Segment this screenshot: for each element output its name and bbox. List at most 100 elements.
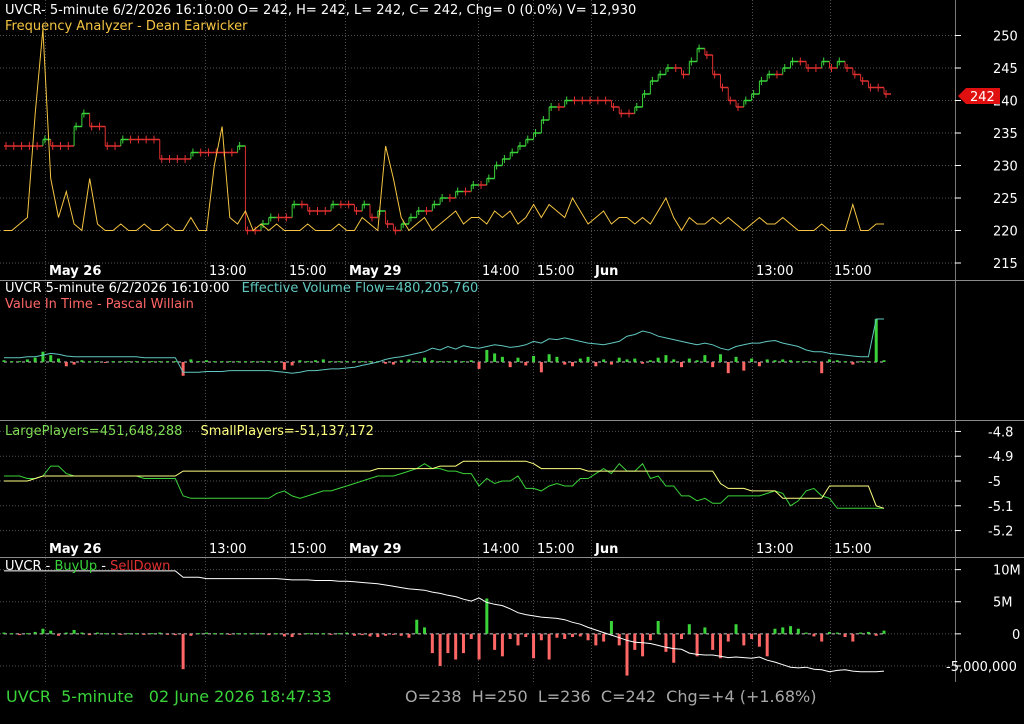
time-axis-label: 15:00 [537,264,574,279]
value-in-time-bar [2,360,6,362]
buyup-selldown-bar [789,626,793,634]
value-in-time-bar [251,361,255,363]
buyup-selldown-bar [516,633,520,646]
buyup-selldown-bar [734,624,738,634]
buyup-selldown-bar [251,633,255,635]
buyup-selldown-bar [127,633,131,635]
buyup-selldown-bar [49,630,53,634]
time-axis-label: 15:00 [289,542,326,557]
chart-area[interactable]: 250245240235230225220215 242 UVCR- 5-min… [0,0,1024,720]
value-in-time-bar [532,355,536,362]
buyup-selldown-bar [204,632,208,634]
value-in-time-bar [563,362,567,365]
value-in-time-bar [524,362,528,366]
buyup-selldown-bar [119,633,123,635]
buyup-selldown-bar [259,633,263,635]
value-in-time-bar [41,351,45,362]
buyup-selldown-bar [703,627,707,634]
buyup-selldown-bar [859,632,863,634]
buyup-selldown-bar [656,621,660,634]
value-in-time-bar [843,361,847,363]
buyup-selldown-bar [461,633,465,654]
buyup-selldown-bar [290,633,294,638]
time-axis-label: 15:00 [289,264,326,279]
value-in-time-bar [500,356,504,362]
value-in-time-bar [181,362,185,376]
buyup-selldown-bar [446,633,450,654]
buyup-selldown-bar [539,633,543,641]
buyup-selldown-bar [843,633,847,638]
value-in-time-bar [609,362,613,365]
buyup-dash: - [101,559,106,574]
buyup-selldown-bar [391,633,395,635]
value-in-time-bar [399,360,403,362]
value-in-time-bar [493,353,497,362]
value-in-time-bar [88,361,92,363]
buyup-selldown-bar [609,621,613,634]
buyup-selldown-bar [220,633,224,635]
value-in-time-bar [197,361,201,363]
buyup-selldown-bar [524,633,528,638]
buyup-selldown-bar [298,633,302,635]
value-in-time-bar [391,362,395,365]
buyup-selldown-bar [399,633,403,636]
y-axis-label: 5M [993,596,1013,611]
buyup-selldown-bar [64,632,68,634]
value-in-time-bar [80,360,84,362]
value-in-time-bar [703,355,707,362]
value-in-time-bar [236,361,240,363]
buyup-selldown-bar [438,633,442,666]
value-in-time-bar [275,361,279,363]
buyup-selldown-bar [275,633,279,635]
time-axis-label: May 29 [349,264,401,279]
buyup-selldown-bar [617,633,621,646]
value-in-time-bar [352,361,356,363]
buyup-selldown-bar [835,632,839,634]
value-in-time-bar [57,358,61,362]
buyup-selldown-bar [376,633,380,638]
value-in-time-bar [625,359,629,362]
value-in-time-bar [454,360,458,362]
buyup-selldown-bar [72,629,76,634]
buyup-selldown-bar [648,633,652,641]
buyup-selldown-bar [493,633,497,650]
buyup-selldown-bar [827,631,831,634]
value-in-time-bar [173,361,177,363]
value-in-time-bar [64,362,68,367]
y-axis-label: -4.9 [988,450,1013,465]
buyup-selldown-bar [111,633,115,635]
buyup-selldown-bar [267,633,271,636]
buyup-selldown-bar [352,633,356,636]
y-axis-label: -5,000,000 [946,660,1017,675]
value-in-time-bar [329,361,333,363]
buyup-label: BuyUp [54,559,97,574]
buyup-selldown-bar [602,633,606,642]
value-in-time-bar [384,362,388,364]
value-in-time-bar [718,354,722,362]
y-axis-label: 215 [993,257,1018,272]
buyup-selldown-bar [454,633,458,660]
value-in-time-bar [508,362,512,368]
buyup-selldown-bar [384,633,388,636]
y-axis-label: -5.2 [988,525,1013,540]
large-players-label: LargePlayers=451,648,288 [5,424,182,439]
value-in-time-bar [95,361,99,363]
buyup-selldown-bar [18,633,22,636]
value-in-time-bar [742,362,746,371]
buyup-selldown-bar [578,633,582,637]
value-in-time-bar [298,360,302,362]
value-in-time-bar [726,362,730,374]
buyup-selldown-bar [430,633,434,654]
value-in-time-bar [827,359,831,362]
value-in-time-label: Value In Time - Pascal Willain [5,297,194,312]
value-in-time-bar [290,362,294,366]
value-in-time-bar [594,362,598,367]
buyup-selldown-bar [874,633,878,636]
value-in-time-bar [212,361,216,363]
buyup-selldown-bar [882,630,886,634]
buyup-selldown-bar [368,633,372,637]
value-in-time-bar [103,362,107,363]
time-axis-label: May 26 [49,542,101,557]
buyup-selldown-bar [345,632,349,634]
buyup-selldown-bar [228,633,232,635]
